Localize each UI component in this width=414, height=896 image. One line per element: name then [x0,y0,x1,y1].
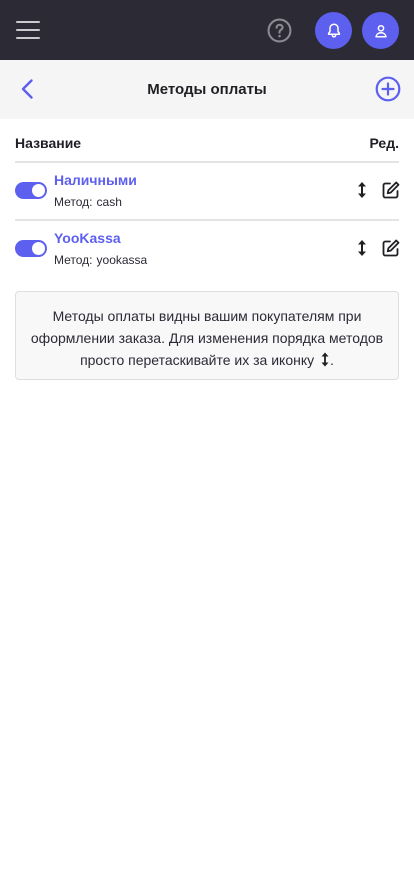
sort-vertical-icon[interactable] [355,239,369,257]
edit-icon[interactable] [382,181,400,199]
page-header: Методы оплаты [0,60,414,119]
chevron-left-icon[interactable] [16,77,40,101]
divider [15,219,399,221]
method-label: Метод: [54,253,93,267]
table-header: Название Ред. [15,135,399,153]
hamburger-menu-icon[interactable] [16,19,40,41]
divider [15,161,399,163]
sort-vertical-icon [321,352,329,367]
method-value: cash [96,195,122,209]
payment-method-title[interactable]: YooKassa [54,230,121,246]
enable-toggle[interactable] [15,240,47,257]
payment-method-code: Метод: cash [54,195,122,209]
info-text-end: . [330,352,334,368]
plus-circle-icon[interactable] [375,76,401,102]
payment-method-code: Метод: yookassa [54,253,147,267]
top-bar [0,0,414,60]
notifications-button[interactable] [315,12,352,49]
method-label: Метод: [54,195,93,209]
bell-icon [327,23,340,38]
sort-vertical-icon[interactable] [355,181,369,199]
payment-method-row-yookassa: YooKassa Метод: yookassa [15,230,400,286]
user-icon [374,24,387,38]
question-circle-icon[interactable] [267,18,292,43]
profile-button[interactable] [362,12,399,49]
column-edit-header: Ред. [369,135,399,151]
column-name-header: Название [15,135,82,151]
payment-method-title[interactable]: Наличными [54,172,137,188]
enable-toggle[interactable] [15,182,47,199]
method-value: yookassa [96,253,148,267]
edit-icon[interactable] [382,239,400,257]
info-box: Методы оплаты видны вашим покупателям пр… [15,291,399,380]
page-title: Методы оплаты [147,81,267,98]
